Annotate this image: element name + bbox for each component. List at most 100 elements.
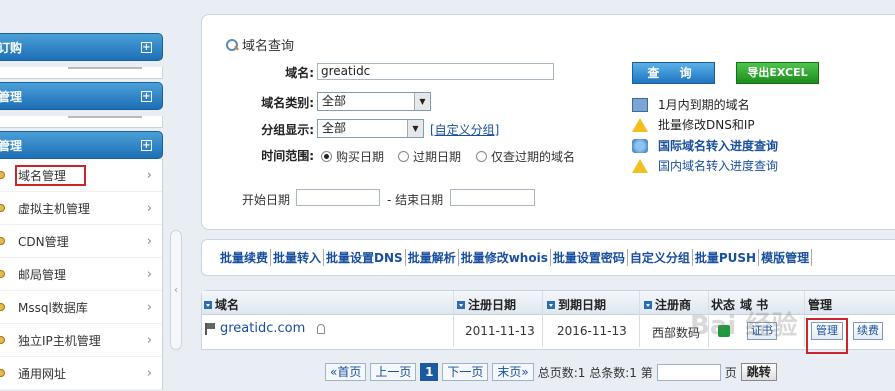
sort-icon [457, 300, 465, 309]
page-number-input[interactable] [656, 363, 721, 381]
sidebar: 订购 + 管理 + 管理 + 域名管理 › 虚拟主机管理 › CDN管理 › 邮… [0, 0, 172, 391]
th-label: 域名 [215, 298, 240, 312]
sidebar-item-cdn-manage[interactable]: CDN管理 › [0, 225, 162, 258]
domain-type-select[interactable]: 全部 ▼ [317, 92, 431, 111]
th-manage: 管理 [808, 296, 832, 313]
radio-label: 过期日期 [413, 150, 462, 164]
sidebar-item-mssql[interactable]: Mssql数据库 › [0, 291, 162, 324]
th-label: 注册日期 [468, 298, 517, 312]
expand-icon[interactable]: + [141, 41, 152, 53]
custom-group-batch-link[interactable]: 自定义分组 [628, 249, 693, 266]
sidebar-group-header[interactable]: 管理 + [0, 82, 163, 110]
time-range-label: 时间范围: [261, 149, 314, 163]
link-text: 1月内到期的域名 [658, 98, 750, 112]
globe-icon [632, 138, 648, 153]
end-date-input[interactable] [450, 189, 535, 206]
current-page: 1 [420, 363, 439, 381]
group-select[interactable]: 全部 ▼ [317, 119, 424, 138]
next-page-button[interactable]: 下一页 [442, 363, 489, 381]
batch-transfer-link[interactable]: 批量转入 [271, 249, 325, 266]
query-title-text: 域名查询 [242, 39, 295, 54]
radio-label: 购买日期 [336, 150, 385, 164]
sidebar-item-dedicated-ip[interactable]: 独立IP主机管理 › [0, 324, 162, 357]
template-manage-link[interactable]: 模版管理 [759, 249, 813, 266]
pagination: «首页 上一页 1 下一页 末页» 总页数:1 总条数:1 第 页 跳转 [325, 363, 777, 381]
page-suffix: 页 [724, 365, 737, 380]
th-cert: 域 书 [740, 296, 768, 313]
domain-cell: greatidc.com [220, 321, 326, 336]
domain-type-label: 域名类别: [261, 96, 314, 110]
column-divider [453, 291, 454, 347]
radio-icon[interactable] [398, 151, 409, 162]
batch-renew-link[interactable]: 批量续费 [218, 249, 272, 266]
search-icon [226, 38, 238, 51]
prev-page-button[interactable]: 上一页 [370, 363, 417, 381]
chevron-right-icon: › [146, 167, 152, 183]
query-button[interactable]: 查 询 [632, 62, 715, 84]
sidebar-item-keyword-url[interactable]: 通用网址 › [0, 357, 162, 390]
th-label: 状态 [711, 298, 736, 312]
sidebar-group-title: 管理 [0, 138, 23, 153]
batch-password-link[interactable]: 批量设置密码 [551, 249, 628, 266]
batch-dns-link[interactable]: 批量设置DNS [324, 249, 406, 266]
th-label: 注册商 [655, 298, 692, 312]
chevron-down-icon: ▼ [414, 93, 430, 110]
batch-resolve-link[interactable]: 批量解析 [406, 249, 459, 266]
sidebar-group-header[interactable]: 订购 + [0, 33, 163, 61]
first-page-button[interactable]: «首页 [325, 363, 367, 381]
link-intl-transfer[interactable]: 国际域名转入进度查询 [632, 137, 778, 154]
renew-button[interactable]: 续费 [853, 322, 883, 340]
link-expiring-month[interactable]: 1月内到期的域名 [632, 96, 750, 113]
chevron-right-icon: › [146, 332, 152, 348]
sidebar-item-label: 邮局管理 [18, 267, 67, 282]
link-batch-dns[interactable]: 批量修改DNS和IP [632, 116, 755, 133]
sidebar-group-header[interactable]: 管理 + [0, 131, 163, 159]
sidebar-group-manage-2: 管理 + 域名管理 › 虚拟主机管理 › CDN管理 › 邮局管理 › Mssq… [0, 131, 163, 390]
radio-only-expired[interactable]: 仅查过期的域名 [476, 148, 575, 165]
radio-buy-date[interactable]: 购买日期 [321, 148, 384, 165]
link-cn-transfer[interactable]: 国内域名转入进度查询 [632, 157, 778, 174]
expand-icon[interactable]: + [141, 139, 152, 151]
select-value: 全部 [322, 121, 347, 135]
th-registrar[interactable]: 注册商 [644, 296, 691, 313]
export-excel-button[interactable]: 导出EXCEL [736, 62, 819, 84]
column-divider [639, 291, 640, 347]
link-text: 国际域名转入进度查询 [658, 139, 779, 153]
bullet-icon [0, 303, 5, 311]
radio-expire-date[interactable]: 过期日期 [398, 148, 461, 165]
radio-icon[interactable] [476, 151, 487, 162]
sidebar-item-domain-manage[interactable]: 域名管理 › [0, 159, 162, 192]
custom-group-link[interactable]: [自定义分组] [430, 121, 499, 138]
radio-icon[interactable] [321, 151, 332, 162]
batch-push-link[interactable]: 批量PUSH [693, 249, 760, 266]
th-label: 到期日期 [558, 298, 607, 312]
sidebar-item-label: 虚拟主机管理 [18, 201, 91, 216]
expand-icon[interactable]: + [141, 90, 152, 102]
batch-whois-link[interactable]: 批量修改whois [459, 249, 551, 266]
sidebar-group-title: 订购 [0, 40, 23, 55]
sidebar-item-label: Mssql数据库 [18, 300, 88, 315]
th-domain[interactable]: 域名 [204, 296, 239, 313]
start-date-input[interactable] [296, 189, 380, 206]
domain-link[interactable]: greatidc.com [220, 321, 305, 336]
sort-icon [204, 300, 212, 309]
chevron-right-icon: › [146, 365, 152, 381]
sidebar-item-vhost-manage[interactable]: 虚拟主机管理 › [0, 192, 162, 225]
domain-input[interactable]: greatidc [317, 63, 554, 80]
cert-button[interactable]: 证书 [747, 322, 777, 340]
jump-button[interactable]: 跳转 [740, 363, 777, 381]
link-text: 批量修改DNS和IP [658, 118, 755, 132]
divider [68, 67, 142, 69]
th-exp-date[interactable]: 到期日期 [547, 296, 606, 313]
sidebar-group-order: 订购 + [0, 33, 163, 79]
sidebar-group-body [0, 116, 163, 128]
manage-button[interactable]: 管理 [811, 322, 843, 340]
sidebar-collapse-handle[interactable]: ‹ [170, 230, 182, 350]
sidebar-item-mail-manage[interactable]: 邮局管理 › [0, 258, 162, 291]
warning-icon [632, 158, 648, 173]
th-reg-date[interactable]: 注册日期 [457, 296, 516, 313]
domain-table: 域名 注册日期 到期日期 注册商 状态 域 书 管理 greatidc.com … [201, 290, 895, 354]
bullet-icon [0, 336, 5, 344]
last-page-button[interactable]: 末页» [492, 363, 534, 381]
sort-icon [644, 300, 652, 309]
